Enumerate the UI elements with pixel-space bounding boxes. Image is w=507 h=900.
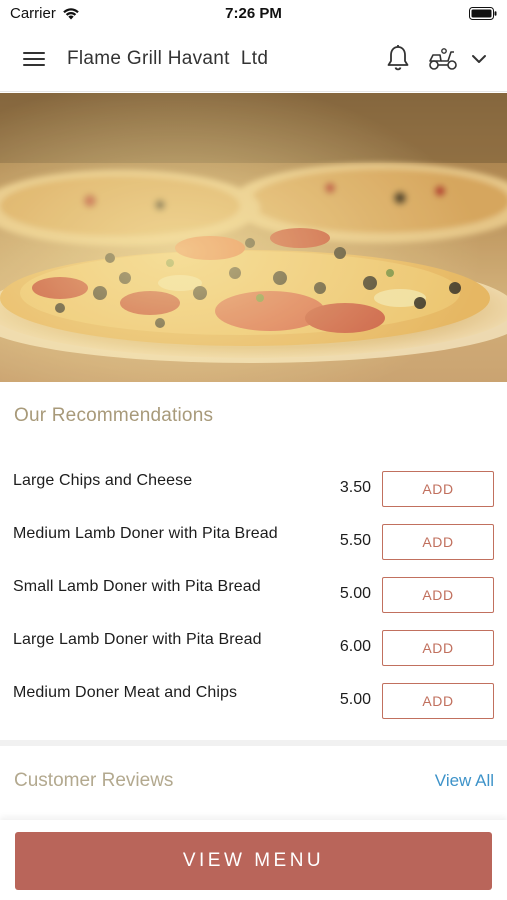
view-all-reviews-link[interactable]: View All — [435, 771, 494, 791]
battery-icon — [469, 7, 497, 20]
status-time: 7:26 PM — [225, 5, 282, 22]
recommendations-list: Large Chips and Cheese 3.50 ADD Medium L… — [0, 462, 507, 727]
restaurant-title: Flame Grill Havant Ltd — [67, 48, 269, 69]
chevron-down-icon[interactable] — [470, 50, 488, 68]
menu-icon[interactable] — [23, 50, 45, 68]
item-price: 5.00 — [339, 585, 371, 602]
add-button[interactable]: ADD — [382, 524, 494, 560]
item-name: Medium Lamb Doner with Pita Bread — [13, 525, 278, 542]
item-price: 5.50 — [339, 532, 371, 549]
item-price: 6.00 — [339, 638, 371, 655]
add-button[interactable]: ADD — [382, 577, 494, 613]
item-name: Large Chips and Cheese — [13, 472, 193, 489]
status-bar: Carrier 7:26 PM — [0, 0, 507, 28]
add-button[interactable]: ADD — [382, 683, 494, 719]
section-divider — [0, 740, 507, 746]
delivery-scooter-icon[interactable] — [427, 46, 459, 72]
app-header: Flame Grill Havant Ltd — [0, 28, 507, 92]
item-price: 5.00 — [339, 691, 371, 708]
recommendations-heading: Our Recommendations — [14, 405, 214, 426]
recommendation-item: Large Lamb Doner with Pita Bread 6.00 AD… — [0, 621, 507, 674]
customer-reviews-heading: Customer Reviews — [14, 770, 174, 791]
item-price: 3.50 — [339, 479, 371, 496]
recommendation-item: Small Lamb Doner with Pita Bread 5.00 AD… — [0, 568, 507, 621]
recommendation-item: Medium Lamb Doner with Pita Bread 5.50 A… — [0, 515, 507, 568]
item-name: Large Lamb Doner with Pita Bread — [13, 631, 262, 648]
add-button[interactable]: ADD — [382, 630, 494, 666]
item-name: Medium Doner Meat and Chips — [13, 684, 238, 701]
hero-pizza-image — [0, 93, 507, 382]
view-menu-button[interactable]: VIEW MENU — [15, 832, 492, 890]
bell-icon[interactable] — [385, 44, 411, 72]
recommendation-item: Large Chips and Cheese 3.50 ADD — [0, 462, 507, 515]
bottom-bar: VIEW MENU — [0, 820, 507, 900]
recommendation-item: Medium Doner Meat and Chips 5.00 ADD — [0, 674, 507, 727]
item-name: Small Lamb Doner with Pita Bread — [13, 578, 261, 595]
add-button[interactable]: ADD — [382, 471, 494, 507]
